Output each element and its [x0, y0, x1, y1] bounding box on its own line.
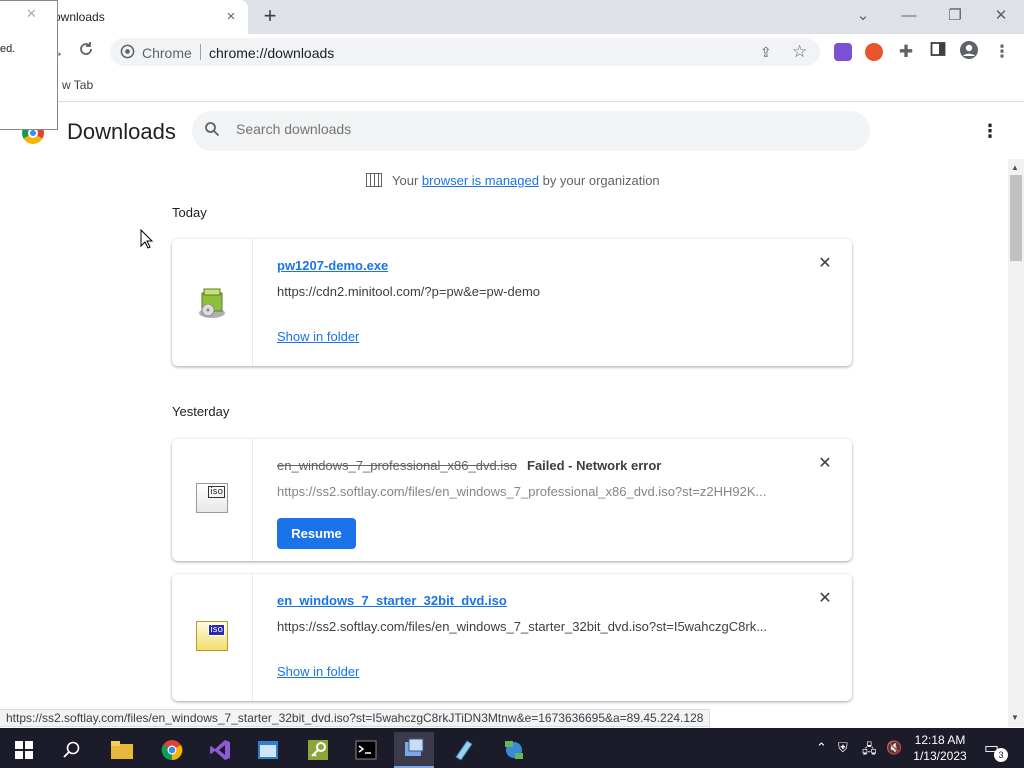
new-tab-button[interactable]: + — [258, 5, 282, 29]
taskbar: ⌃ ⛨ 🖧 🔇 12:18 AM 1/13/2023 ▭ 3 — [0, 728, 1024, 768]
search-box[interactable] — [192, 111, 870, 151]
download-item: iso en_windows_7_professional_x86_dvd.is… — [172, 439, 852, 561]
profile-avatar-icon[interactable] — [957, 40, 981, 64]
address-bar[interactable]: Chrome chrome://downloads ⇪ ☆ — [110, 38, 820, 66]
taskbar-search-icon[interactable] — [52, 732, 92, 768]
page-scrollbar[interactable]: ▲ ▼ — [1008, 159, 1024, 727]
show-in-folder-link[interactable]: Show in folder — [277, 664, 359, 679]
chrome-site-icon — [120, 44, 135, 62]
taskbar-clock[interactable]: 12:18 AM 1/13/2023 — [910, 732, 970, 764]
file-icon-column: iso — [172, 439, 253, 561]
link-status-bubble: https://ss2.softlay.com/files/en_windows… — [0, 709, 711, 727]
tray-network-icon[interactable]: 🖧 — [862, 740, 877, 762]
search-input[interactable] — [236, 121, 836, 137]
tray-volume-icon[interactable]: 🔇 — [886, 740, 902, 756]
iso-icon-label: iso — [208, 624, 225, 636]
managed-prefix: Your — [392, 173, 419, 188]
side-panel-icon[interactable] — [926, 40, 950, 64]
chrome-menu-icon[interactable]: ⋮ — [990, 40, 1014, 64]
tray-security-icon[interactable]: ⛨ — [838, 740, 848, 756]
start-button[interactable] — [4, 732, 44, 768]
toolbar: → Chrome chrome://downloads ⇪ ☆ ✚ ⋮ — [0, 34, 1024, 70]
clock-time: 12:18 AM — [914, 733, 966, 747]
bookmark-star-icon[interactable]: ☆ — [792, 42, 807, 62]
mouse-cursor-icon — [140, 228, 154, 252]
search-icon — [204, 121, 220, 142]
close-window-button[interactable]: ✕ — [989, 4, 1013, 28]
extension-1-icon[interactable] — [834, 43, 852, 61]
site-label: Chrome — [142, 45, 192, 61]
extension-2-icon[interactable] — [865, 43, 883, 61]
app-window-icon[interactable] — [248, 732, 288, 768]
managed-suffix: by your organization — [542, 173, 660, 188]
installer-app-icon[interactable] — [394, 732, 434, 768]
popup-text: ed. — [0, 43, 16, 55]
file-explorer-icon[interactable] — [102, 732, 142, 768]
clock-date: 1/13/2023 — [913, 749, 967, 763]
iso-file-icon: iso — [196, 483, 228, 513]
managed-link[interactable]: browser is managed — [422, 173, 539, 188]
file-name-link[interactable]: en_windows_7_starter_32bit_dvd.iso — [277, 593, 507, 608]
file-icon-column: iso — [172, 574, 253, 701]
iso-file-icon: iso — [196, 621, 228, 651]
file-url: https://ss2.softlay.com/files/en_windows… — [277, 484, 767, 499]
file-name-link[interactable]: pw1207-demo.exe — [277, 258, 388, 273]
popup-close-icon[interactable]: ✕ — [26, 6, 37, 22]
building-icon — [366, 173, 382, 187]
minimize-button[interactable]: — — [897, 4, 921, 28]
download-item: pw1207-demo.exe https://cdn2.minitool.co… — [172, 239, 852, 366]
scroll-thumb[interactable] — [1010, 175, 1022, 261]
scroll-down-icon[interactable]: ▼ — [1011, 713, 1019, 722]
url-text[interactable]: chrome://downloads — [209, 45, 334, 61]
visual-studio-icon[interactable] — [200, 732, 240, 768]
share-icon[interactable]: ⇪ — [760, 44, 772, 61]
file-url: https://cdn2.minitool.com/?p=pw&e=pw-dem… — [277, 284, 541, 299]
reload-icon[interactable] — [74, 40, 98, 64]
downloads-header: Downloads ⋮ — [0, 103, 1024, 159]
popup-window[interactable]: ✕ ed. — [0, 0, 58, 130]
show-in-folder-link[interactable]: Show in folder — [277, 329, 359, 344]
restore-button[interactable]: ❐ — [943, 4, 967, 28]
page-title: Downloads — [67, 119, 176, 144]
file-icon-column — [172, 239, 253, 366]
failed-status: Failed - Network error — [527, 458, 662, 473]
tab-close-icon[interactable]: × — [222, 8, 240, 26]
remove-item-close-icon[interactable]: ✕ — [816, 590, 834, 608]
chrome-taskbar-icon[interactable] — [152, 732, 192, 768]
resume-button[interactable]: Resume — [277, 518, 356, 549]
terminal-icon[interactable] — [346, 732, 386, 768]
file-name-failed: en_windows_7_professional_x86_dvd.iso — [277, 458, 517, 473]
file-url: https://ss2.softlay.com/files/en_windows… — [277, 619, 768, 634]
tab-search-icon[interactable]: ⌄ — [851, 4, 875, 28]
section-today: Today — [172, 205, 207, 220]
scroll-up-icon[interactable]: ▲ — [1011, 163, 1019, 172]
section-yesterday: Yesterday — [172, 404, 230, 419]
tab-title: ownloads — [54, 10, 105, 24]
omnibox-separator — [200, 44, 201, 60]
network-app-icon[interactable] — [494, 732, 534, 768]
remove-item-close-icon[interactable]: ✕ — [816, 255, 834, 273]
extensions-puzzle-icon[interactable]: ✚ — [894, 40, 918, 64]
notepad-app-icon[interactable] — [444, 732, 484, 768]
tab-strip: ownloads × + ⌄ — ❐ ✕ — [0, 0, 1024, 34]
iso-icon-label: iso — [208, 486, 225, 498]
bookmarks-bar: w Tab — [0, 70, 1024, 102]
bookmark-new-tab[interactable]: w Tab — [62, 78, 93, 92]
more-actions-icon[interactable]: ⋮ — [978, 119, 1002, 143]
key-tool-icon[interactable] — [298, 732, 338, 768]
notification-count-badge: 3 — [994, 748, 1008, 762]
download-item: iso en_windows_7_starter_32bit_dvd.iso h… — [172, 574, 852, 701]
tray-overflow-icon[interactable]: ⌃ — [816, 740, 827, 756]
remove-item-close-icon[interactable]: ✕ — [816, 455, 834, 473]
installer-file-icon — [196, 285, 228, 322]
managed-notice: Your browser is managed by your organiza… — [366, 173, 660, 188]
